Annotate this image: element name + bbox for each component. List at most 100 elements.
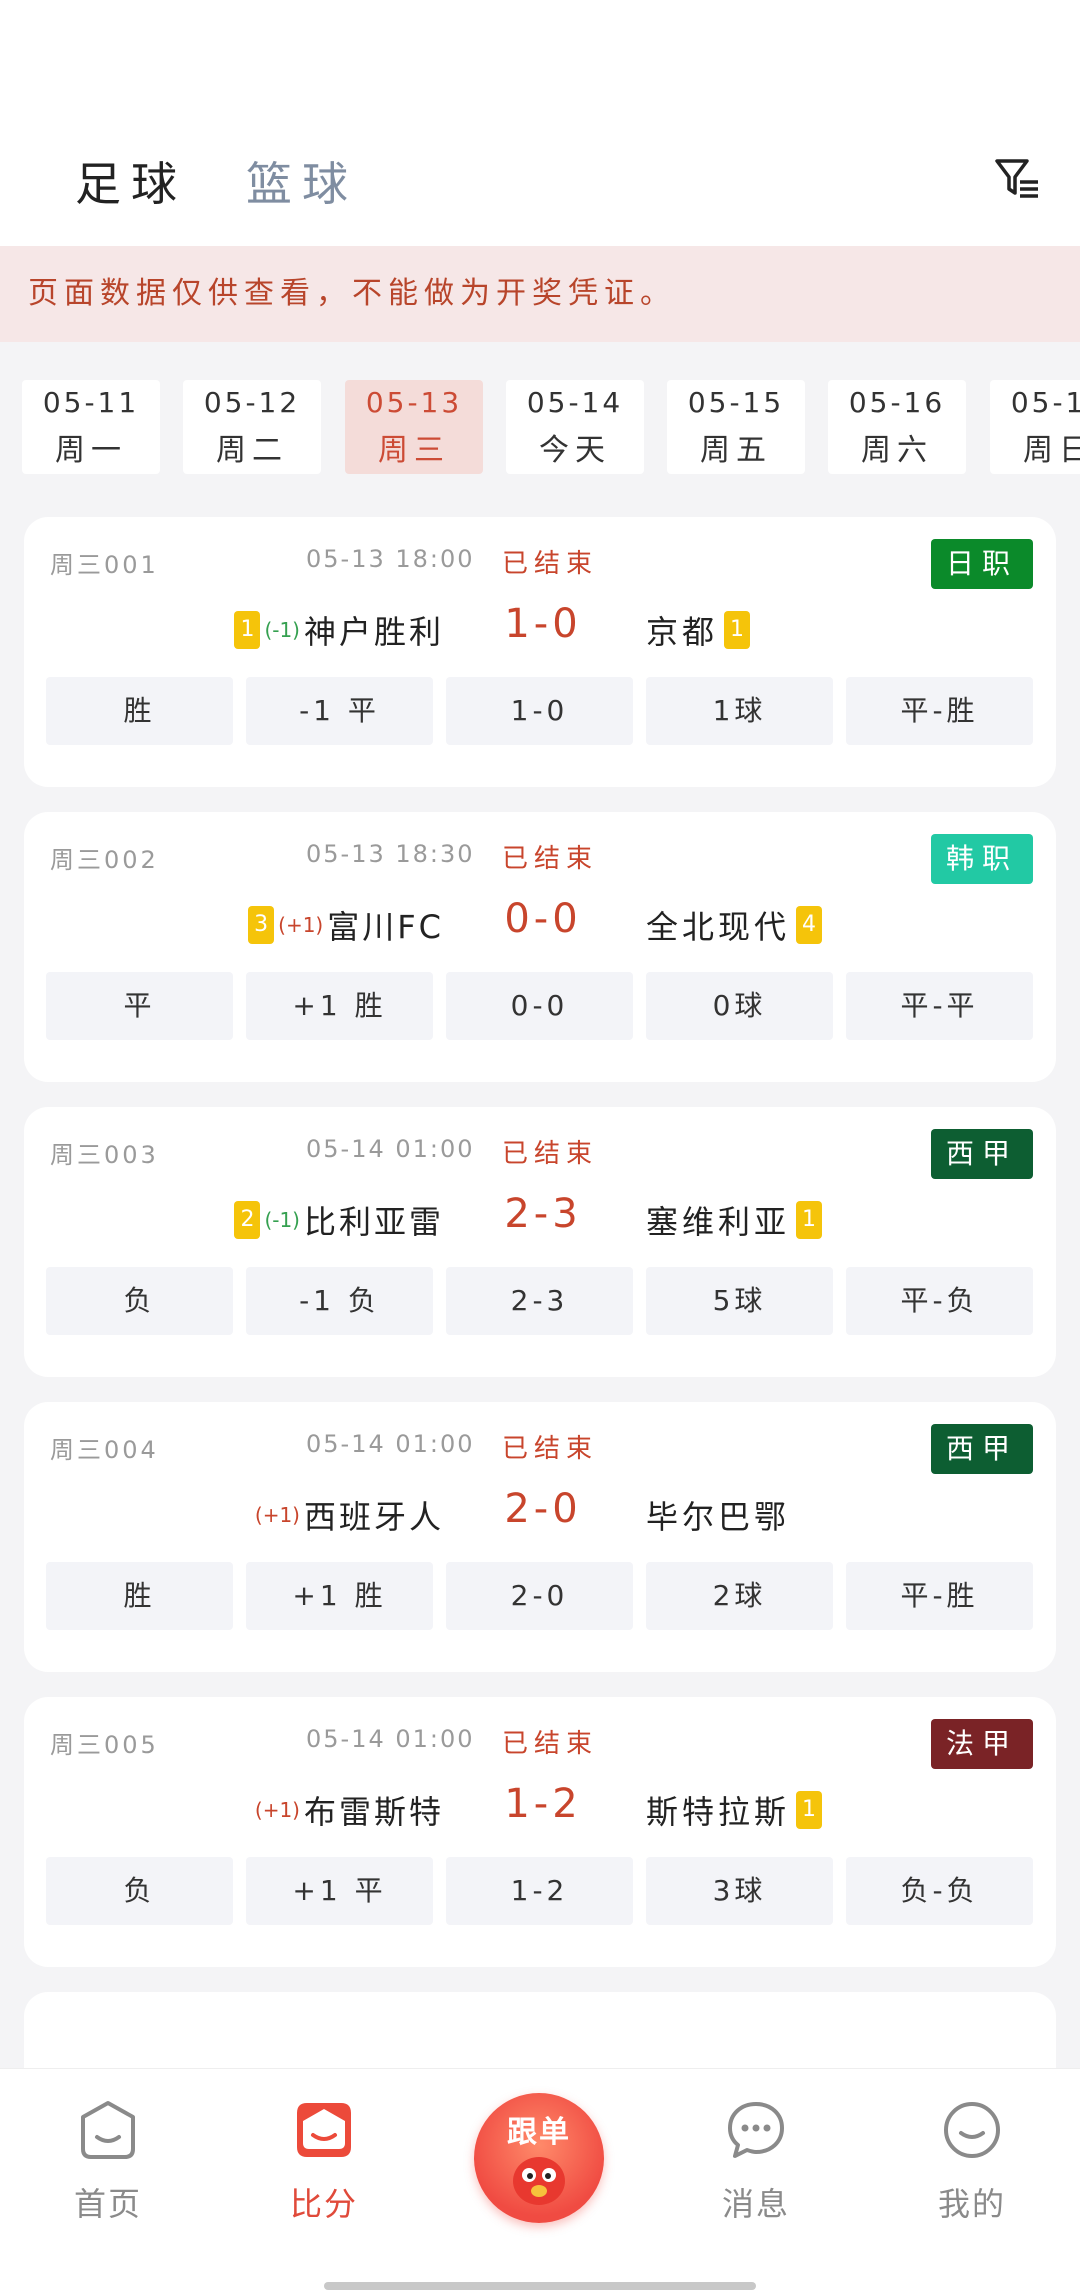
profile-face-icon [944,2102,1000,2158]
weekday-label: 周一 [55,433,127,468]
result-win-draw-loss[interactable]: 负 [46,1267,233,1335]
league-badge: 西甲 [931,1129,1033,1179]
home-rank-badge: 2 [234,1201,261,1239]
match-card-partial[interactable] [24,1992,1056,2072]
score-face-icon [297,2103,351,2157]
match-status: 已结束 [502,844,599,874]
date-chip[interactable]: 05-17 周日 [990,380,1080,474]
away-team-name: 京都 [646,613,719,651]
match-card[interactable]: 周三002 05-13 18:30 已结束 韩职 3 (+1) 富川FC 0-0… [24,812,1056,1082]
date-label: 05-15 [687,386,785,419]
date-chip[interactable]: 05-11 周一 [22,380,160,474]
nav-label: 消息 [721,2185,790,2223]
result-score[interactable]: 2-3 [446,1267,633,1335]
weekday-label: 周六 [861,433,933,468]
nav-score[interactable]: 比分 [254,2099,394,2225]
away-rank-badge: 4 [796,906,823,944]
result-win-draw-loss[interactable]: 平 [46,972,233,1040]
result-score[interactable]: 0-0 [446,972,633,1040]
match-time: 05-14 01:00 [306,1430,475,1458]
result-win-draw-loss[interactable]: 负 [46,1857,233,1925]
final-score: 1-0 [504,601,582,647]
result-half-full[interactable]: 平-胜 [846,1562,1033,1630]
away-team: 京都 1 [646,607,751,653]
match-status: 已结束 [502,1434,599,1464]
home-team: 3 (+1) 富川FC [248,902,444,948]
result-score[interactable]: 1-0 [446,677,633,745]
away-team-name: 毕尔巴鄂 [646,1498,791,1536]
nav-messages[interactable]: 消息 [686,2099,826,2225]
final-score: 2-3 [504,1191,582,1237]
result-win-draw-loss[interactable]: 胜 [46,1562,233,1630]
date-chip[interactable]: 05-16 周六 [828,380,966,474]
result-handicap[interactable]: +1 平 [246,1857,433,1925]
result-total-goals[interactable]: 0球 [646,972,833,1040]
result-total-goals[interactable]: 1球 [646,677,833,745]
date-label: 05-17 [1010,386,1080,419]
date-label: 05-12 [203,386,301,419]
match-status: 已结束 [502,549,599,579]
match-code: 周三002 [50,846,159,874]
result-half-full[interactable]: 平-胜 [846,677,1033,745]
home-rank-badge: 1 [234,611,261,649]
match-time: 05-14 01:00 [306,1135,475,1163]
result-half-full[interactable]: 负-负 [846,1857,1033,1925]
result-row: 胜 -1 平 1-0 1球 平-胜 [46,677,1034,745]
date-chip[interactable]: 05-15 周五 [667,380,805,474]
away-team: 斯特拉斯 1 [646,1787,823,1833]
final-score: 1-2 [504,1781,582,1827]
result-total-goals[interactable]: 2球 [646,1562,833,1630]
nav-home[interactable]: 首页 [38,2099,178,2225]
handicap: (-1) [264,1208,300,1232]
date-chip[interactable]: 05-12 周二 [183,380,321,474]
handicap: (+1) [278,913,324,937]
away-rank-badge: 1 [796,1791,823,1829]
away-team-name: 塞维利亚 [646,1203,791,1241]
mascot-face-icon [513,2157,565,2205]
result-win-draw-loss[interactable]: 胜 [46,677,233,745]
result-handicap[interactable]: +1 胜 [246,1562,433,1630]
result-half-full[interactable]: 平-负 [846,1267,1033,1335]
result-score[interactable]: 1-2 [446,1857,633,1925]
result-handicap[interactable]: -1 负 [246,1267,433,1335]
weekday-label: 周三 [378,433,450,468]
filter-list-icon[interactable] [994,155,1042,203]
match-time: 05-14 01:00 [306,1725,475,1753]
home-rank-badge: 3 [248,906,275,944]
result-score[interactable]: 2-0 [446,1562,633,1630]
follow-mascot-icon[interactable]: 跟单 [474,2093,604,2223]
result-row: 胜 +1 胜 2-0 2球 平-胜 [46,1562,1034,1630]
date-label: 05-11 [42,386,140,419]
result-total-goals[interactable]: 3球 [646,1857,833,1925]
bottom-nav: 首页 比分 跟单 消息 我的 [0,2068,1080,2295]
tab-football[interactable]: 足球 [75,148,187,214]
result-handicap[interactable]: +1 胜 [246,972,433,1040]
result-row: 负 +1 平 1-2 3球 负-负 [46,1857,1034,1925]
league-badge: 西甲 [931,1424,1033,1474]
date-chip[interactable]: 05-14 今天 [506,380,644,474]
home-indicator[interactable] [324,2282,756,2290]
nav-label: 我的 [937,2185,1006,2223]
match-card[interactable]: 周三003 05-14 01:00 已结束 西甲 2 (-1) 比利亚雷 2-3… [24,1107,1056,1377]
weekday-label: 周二 [216,433,288,468]
weekday-label: 周日 [1023,433,1080,468]
result-total-goals[interactable]: 5球 [646,1267,833,1335]
home-team-name: 比利亚雷 [303,1203,444,1241]
match-card[interactable]: 周三004 05-14 01:00 已结束 西甲 (+1) 西班牙人 2-0 毕… [24,1402,1056,1672]
league-badge: 韩职 [931,834,1033,884]
away-rank-badge: 1 [796,1201,823,1239]
date-chip-selected[interactable]: 05-13 周三 [345,380,483,474]
home-team: (+1) 布雷斯特 [255,1787,444,1833]
match-card[interactable]: 周三005 05-14 01:00 已结束 法甲 (+1) 布雷斯特 1-2 斯… [24,1697,1056,1967]
tab-basketball[interactable]: 篮球 [246,148,358,214]
result-half-full[interactable]: 平-平 [846,972,1033,1040]
disclaimer-notice: 页面数据仅供查看，不能做为开奖凭证。 [0,246,1080,342]
final-score: 0-0 [504,896,582,942]
home-face-icon [81,2101,135,2159]
match-card[interactable]: 周三001 05-13 18:00 已结束 日职 1 (-1) 神户胜利 1-0… [24,517,1056,787]
nav-profile[interactable]: 我的 [902,2099,1042,2225]
nav-label: 比分 [289,2185,358,2223]
result-handicap[interactable]: -1 平 [246,677,433,745]
match-code: 周三001 [50,551,159,579]
chat-bubble-icon [728,2102,784,2158]
